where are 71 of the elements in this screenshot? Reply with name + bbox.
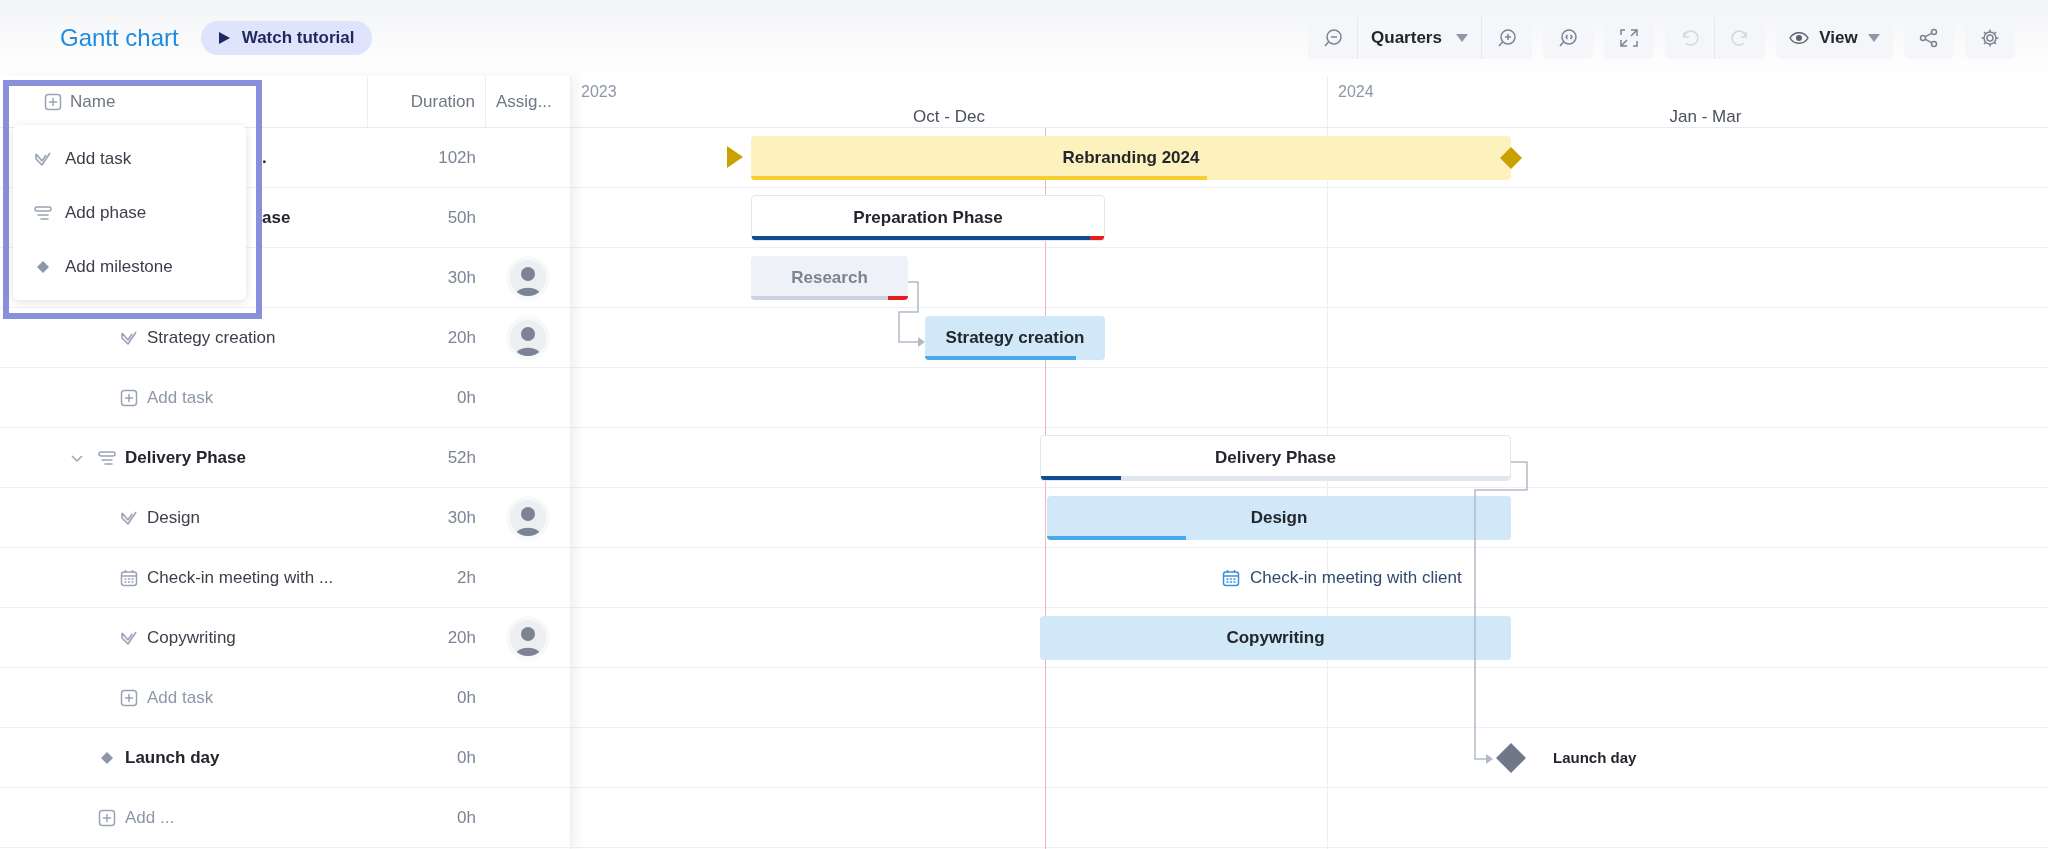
- duration-cell-text: 0h: [457, 746, 476, 769]
- task-bar[interactable]: Design: [1047, 496, 1511, 540]
- duration-cell-text: 30h: [447, 266, 476, 289]
- search-code-icon: [1558, 28, 1578, 48]
- calendar-icon: [1222, 569, 1240, 587]
- expand-icon: [1619, 28, 1639, 48]
- phase-bar[interactable]: Preparation Phase: [751, 195, 1105, 241]
- scale-dropdown[interactable]: Quarters: [1358, 17, 1482, 59]
- dependency-arrow: [898, 281, 925, 347]
- task-name: ase: [262, 206, 291, 229]
- start-marker-icon: [727, 146, 743, 168]
- column-header: Assig...: [496, 90, 552, 113]
- duration-cell-text: 0h: [457, 386, 476, 409]
- duration-cell-text: 30h: [447, 506, 476, 529]
- avatar-icon: [510, 499, 546, 536]
- page-title: Gantt chart: [60, 23, 179, 53]
- duration-cell-text: 2h: [457, 566, 476, 589]
- zoom-in-icon: [1497, 28, 1517, 48]
- avatar-icon: [510, 619, 546, 656]
- duration-cell-text: 20h: [447, 326, 476, 349]
- project-bar[interactable]: Rebranding 2024: [751, 136, 1511, 180]
- menu-item[interactable]: Add task: [13, 133, 246, 184]
- avatar-icon: [510, 259, 546, 296]
- tutorial-button[interactable]: Watch tutorial: [200, 21, 373, 55]
- zoom-out-icon: [1322, 28, 1343, 48]
- duration-cell-text: 102h: [438, 146, 476, 169]
- column-header: Name: [70, 90, 116, 113]
- year-label: 2023: [581, 82, 618, 102]
- task-name: Delivery Phase: [125, 446, 246, 469]
- year-label: 2024: [1338, 82, 1375, 102]
- task-bar[interactable]: Strategy creation: [925, 316, 1105, 360]
- duration-cell-text: 0h: [457, 806, 476, 829]
- plus-icon: [120, 688, 138, 707]
- plus-icon: [98, 808, 116, 827]
- task-name: Design: [147, 506, 200, 529]
- milestone-label: Launch day: [1553, 747, 1637, 768]
- menu-item[interactable]: Add phase: [13, 187, 246, 238]
- calendar-icon: [120, 568, 138, 587]
- task-name: Strategy creation: [147, 326, 276, 349]
- play-icon: [218, 32, 230, 44]
- task-name: .: [262, 146, 267, 169]
- duration-cell-text: 50h: [447, 206, 476, 229]
- task-name: Check-in meeting with ...: [147, 566, 334, 589]
- end-marker-icon: [1499, 146, 1523, 170]
- duration-cell-text: 0h: [457, 686, 476, 709]
- task-name: Launch day: [125, 746, 220, 769]
- column-header: Duration: [410, 90, 475, 113]
- redo-icon: [1730, 28, 1750, 48]
- zoom-out-button[interactable]: [1308, 17, 1358, 59]
- avatar-icon: [510, 319, 546, 356]
- duration-cell-text: 20h: [447, 626, 476, 649]
- diamond-icon: [36, 259, 50, 274]
- milestone-icon[interactable]: [1495, 742, 1527, 774]
- phase-icon: [33, 204, 53, 221]
- caret-icon: [1455, 34, 1468, 42]
- meeting-label[interactable]: Check-in meeting with client: [1250, 565, 1462, 591]
- duration-cell-text: 52h: [447, 446, 476, 469]
- diamond-icon: [100, 750, 114, 765]
- task-name: Copywriting: [147, 626, 236, 649]
- phase-bar[interactable]: Delivery Phase: [1040, 435, 1511, 481]
- menu-item[interactable]: Add milestone: [13, 241, 246, 292]
- plus-icon: [120, 388, 138, 407]
- quarter-label: Oct - Dec: [913, 106, 985, 128]
- phase-icon: [97, 449, 117, 466]
- settings-icon: [1980, 28, 2000, 48]
- caret-icon: [1867, 34, 1880, 42]
- eye-icon: [1789, 31, 1810, 45]
- quarter-label: Jan - Mar: [1669, 106, 1742, 128]
- plus-icon: [44, 92, 62, 111]
- task-bar[interactable]: Copywriting: [1040, 616, 1511, 660]
- share-icon: [1919, 28, 1939, 48]
